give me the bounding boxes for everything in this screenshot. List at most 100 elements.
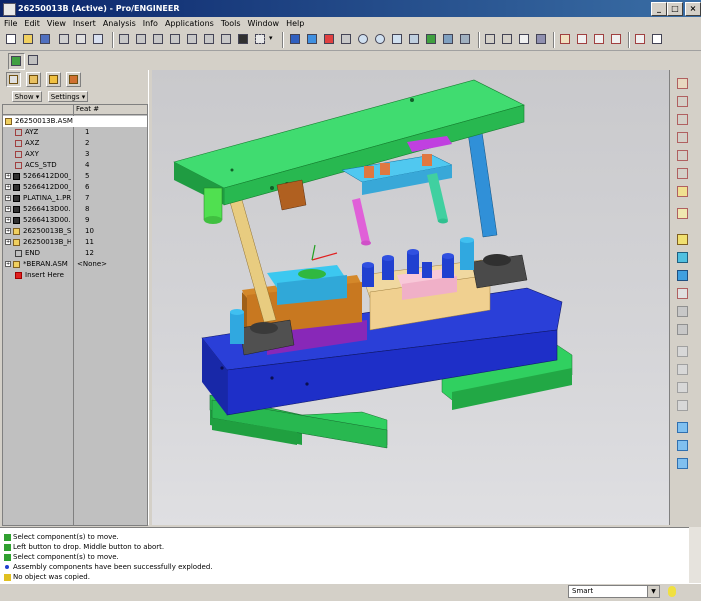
round-tool-icon[interactable] xyxy=(675,304,691,320)
tree-row[interactable]: AXZ 2 xyxy=(3,138,147,149)
copy-icon[interactable] xyxy=(168,32,183,47)
show-dropdown[interactable]: Show ▾ xyxy=(12,91,42,102)
chevron-down-icon[interactable]: ▾ xyxy=(268,32,277,47)
tree-row[interactable]: ACS_STD 4 xyxy=(3,160,147,171)
datum-axis-tool-icon[interactable] xyxy=(675,94,691,110)
new-file-icon[interactable] xyxy=(4,32,19,47)
expand-toggle-icon[interactable]: + xyxy=(5,206,11,212)
paste-special-icon[interactable] xyxy=(202,32,217,47)
message-scrollbar[interactable] xyxy=(689,527,701,583)
tree-row[interactable]: +26250013B_SI 10 xyxy=(3,226,147,237)
menu-applications[interactable]: Applications xyxy=(162,17,217,30)
datum-points-icon[interactable] xyxy=(592,32,607,47)
datum-plane-tool-icon[interactable] xyxy=(675,76,691,92)
settings-dropdown[interactable]: Settings ▾ xyxy=(48,91,88,102)
expand-toggle-icon[interactable]: + xyxy=(5,239,11,245)
maximize-button[interactable]: □ xyxy=(667,2,683,16)
open-folder-icon[interactable] xyxy=(21,32,36,47)
csys-tool-icon[interactable] xyxy=(675,166,691,182)
menu-insert[interactable]: Insert xyxy=(70,17,99,30)
menu-analysis[interactable]: Analysis xyxy=(100,17,139,30)
orient-mode-icon[interactable] xyxy=(322,32,337,47)
graphics-viewport[interactable] xyxy=(152,70,669,525)
close-button[interactable]: × xyxy=(685,2,701,16)
refit-icon[interactable] xyxy=(390,32,405,47)
selection-filter-dropdown[interactable]: Smart ▼ xyxy=(568,585,660,598)
find-icon[interactable] xyxy=(236,32,251,47)
window-icon[interactable] xyxy=(91,32,106,47)
model-tree-tab[interactable] xyxy=(6,72,21,87)
repaint-icon[interactable] xyxy=(288,32,303,47)
annotation-icon[interactable] xyxy=(633,32,648,47)
tree-row[interactable]: +5266412D00_... 6 xyxy=(3,182,147,193)
expand-toggle-icon[interactable]: + xyxy=(5,184,11,190)
mirror-tool-icon[interactable] xyxy=(675,344,691,360)
undo-icon[interactable] xyxy=(117,32,132,47)
reorient-icon[interactable] xyxy=(407,32,422,47)
sketch-tool-icon[interactable] xyxy=(8,53,25,70)
tree-row[interactable]: END 12 xyxy=(3,248,147,259)
tree-row[interactable]: +5266413D00.F 9 xyxy=(3,215,147,226)
coordinate-systems-icon[interactable] xyxy=(609,32,624,47)
chevron-down-icon[interactable]: ▼ xyxy=(647,586,659,597)
expand-toggle-icon[interactable]: + xyxy=(5,261,11,267)
selection-filter-icon[interactable] xyxy=(253,32,268,47)
no-hidden-icon[interactable] xyxy=(517,32,532,47)
menu-view[interactable]: View xyxy=(44,17,69,30)
connections-tab[interactable] xyxy=(66,72,81,87)
pattern-tool-icon[interactable] xyxy=(675,420,691,436)
expand-toggle-icon[interactable]: + xyxy=(5,217,11,223)
datum-point-tool-icon[interactable] xyxy=(675,148,691,164)
save-icon[interactable] xyxy=(38,32,53,47)
analysis-tool-icon[interactable] xyxy=(675,184,691,200)
datum-planes-icon[interactable] xyxy=(558,32,573,47)
hidden-line-icon[interactable] xyxy=(500,32,515,47)
pan-icon[interactable] xyxy=(339,32,354,47)
expand-toggle-icon[interactable]: + xyxy=(5,195,11,201)
create-component-icon[interactable] xyxy=(675,250,691,266)
datum-axes-icon[interactable] xyxy=(575,32,590,47)
cut-tool-icon[interactable] xyxy=(675,286,691,302)
curve-tool-icon[interactable] xyxy=(675,130,691,146)
folder-browser-tab[interactable] xyxy=(26,72,41,87)
tree-row[interactable]: AXY 3 xyxy=(3,149,147,160)
lightbulb-icon[interactable] xyxy=(668,586,676,597)
tree-row[interactable]: +5266413D00.F 8 xyxy=(3,204,147,215)
annotation-tool-icon[interactable] xyxy=(675,206,691,222)
tree-row[interactable]: + PLATINA_1.PR 7 xyxy=(3,193,147,204)
zoom-in-icon[interactable] xyxy=(356,32,371,47)
zoom-out-icon[interactable] xyxy=(373,32,388,47)
spin-center-icon[interactable] xyxy=(305,32,320,47)
expand-toggle-icon[interactable]: + xyxy=(5,173,11,179)
shading-icon[interactable] xyxy=(534,32,549,47)
tree-row[interactable]: 26250013B.ASM xyxy=(3,116,147,127)
sketch-curve-tool-icon[interactable] xyxy=(675,112,691,128)
trim-tool-icon[interactable] xyxy=(675,380,691,396)
merge-tool-icon[interactable] xyxy=(675,362,691,378)
wireframe-icon[interactable] xyxy=(483,32,498,47)
favorites-tab[interactable] xyxy=(46,72,61,87)
menu-tools[interactable]: Tools xyxy=(218,17,244,30)
saved-views-icon[interactable] xyxy=(424,32,439,47)
menu-window[interactable]: Window xyxy=(245,17,283,30)
offset-tool-icon[interactable] xyxy=(675,398,691,414)
app-icon[interactable] xyxy=(3,3,16,16)
paste-icon[interactable] xyxy=(185,32,200,47)
cut-icon[interactable] xyxy=(151,32,166,47)
tree-row[interactable]: + *BERAN.ASM <None> xyxy=(3,259,147,270)
tree-row[interactable]: AYZ 1 xyxy=(3,127,147,138)
regenerate-icon[interactable] xyxy=(219,32,234,47)
pattern-icon[interactable] xyxy=(26,53,41,68)
menu-edit[interactable]: Edit xyxy=(21,17,43,30)
move-tool-icon[interactable] xyxy=(675,456,691,472)
tree-row[interactable]: Insert Here xyxy=(3,270,147,281)
expand-toggle-icon[interactable]: + xyxy=(5,228,11,234)
redo-icon[interactable] xyxy=(134,32,149,47)
send-mail-icon[interactable] xyxy=(74,32,89,47)
tree-row[interactable]: +5266412D00_... 5 xyxy=(3,171,147,182)
layers-icon[interactable] xyxy=(441,32,456,47)
menu-help[interactable]: Help xyxy=(283,17,307,30)
copy-tool-icon[interactable] xyxy=(675,438,691,454)
minimize-button[interactable]: _ xyxy=(651,2,667,16)
context-help-icon[interactable] xyxy=(650,32,665,47)
